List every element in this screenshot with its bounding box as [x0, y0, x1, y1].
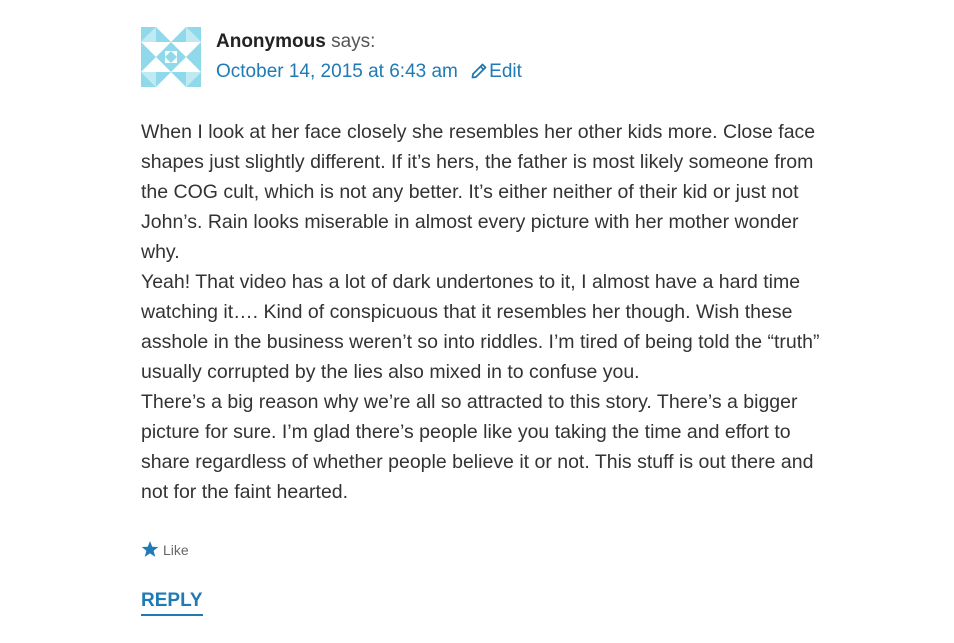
author-line: Anonymous says:: [216, 29, 816, 55]
edit-label: Edit: [489, 61, 522, 82]
star-icon: [141, 541, 159, 557]
comment-paragraph: There’s a big reason why we’re all so at…: [141, 391, 814, 503]
comment-author[interactable]: Anonymous: [216, 31, 326, 52]
comment-date-link[interactable]: October 14, 2015 at 6:43 am: [216, 61, 458, 82]
like-label: Like: [163, 542, 189, 558]
comment-body: When I look at her face closely she rese…: [141, 117, 821, 507]
comment-paragraph: When I look at her face closely she rese…: [141, 121, 816, 263]
avatar[interactable]: [141, 27, 201, 87]
edit-link[interactable]: Edit: [471, 61, 522, 82]
comment-paragraph: Yeah! That video has a lot of dark under…: [141, 271, 820, 383]
says-label: says:: [331, 31, 376, 52]
date-line: October 14, 2015 at 6:43 am Edit: [216, 59, 816, 85]
like-button[interactable]: Like: [141, 539, 189, 561]
comment-meta: Anonymous says: October 14, 2015 at 6:43…: [216, 29, 816, 85]
reply-button[interactable]: REPLY: [141, 589, 203, 616]
pencil-icon: [471, 63, 487, 79]
